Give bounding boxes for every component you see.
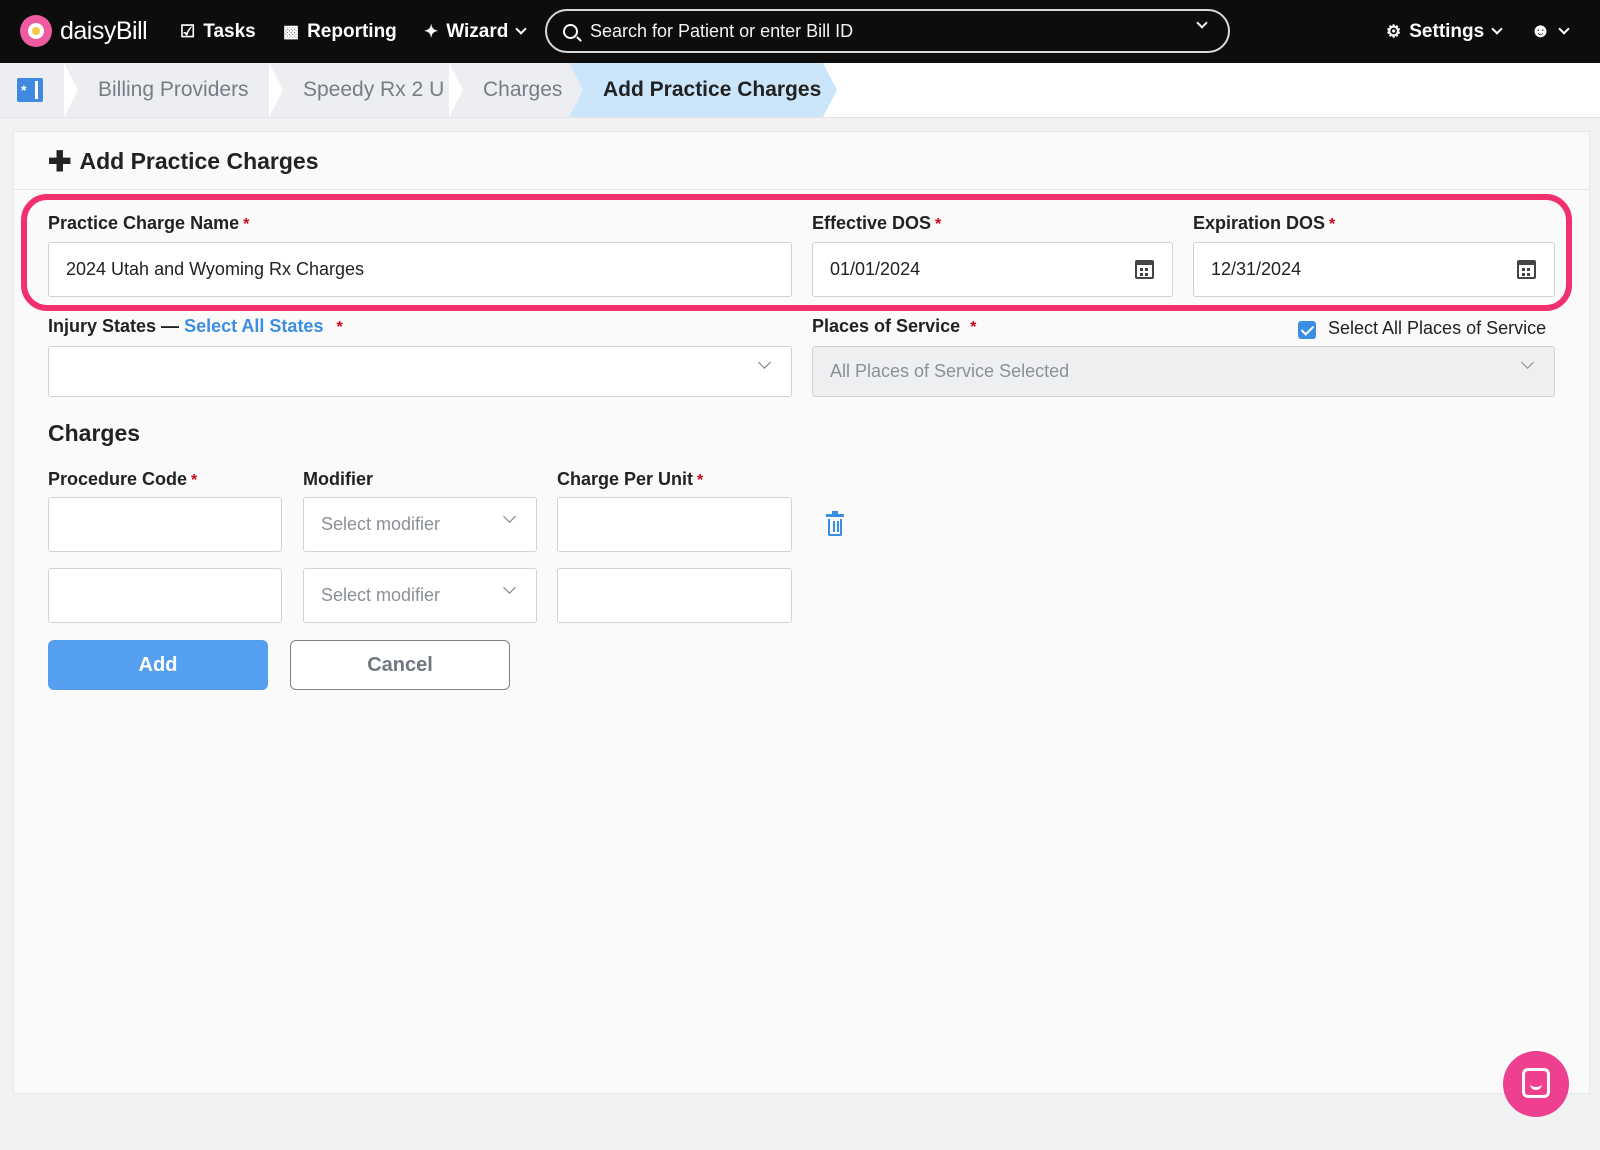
field-value: 2024 Utah and Wyoming Rx Charges — [66, 259, 364, 279]
nav-reporting[interactable]: ▩ Reporting — [283, 0, 397, 63]
procedure-code-label: Procedure Code * — [48, 469, 197, 490]
required-mark: * — [191, 472, 198, 489]
label-text: Effective DOS — [812, 213, 932, 233]
breadcrumb-divider — [64, 63, 78, 117]
nav-tasks[interactable]: ☑ Tasks — [180, 0, 256, 63]
user-menu[interactable]: ☻ — [1530, 0, 1570, 63]
field-value: All Places of Service Selected — [830, 361, 1070, 381]
charges-title: Charges — [48, 420, 141, 446]
nav-tasks-label: Tasks — [203, 20, 256, 42]
charge-name-label: Practice Charge Name * — [48, 213, 249, 234]
breadcrumb-home[interactable]: * — [0, 63, 64, 117]
user-icon: ☻ — [1530, 20, 1552, 42]
page-title: ✚ Add Practice Charges — [48, 145, 319, 177]
field-value: 01/01/2024 — [830, 259, 921, 279]
label-text: Practice Charge Name — [48, 213, 240, 233]
required-mark: * — [1329, 216, 1336, 233]
chevron-down-icon — [1491, 23, 1503, 35]
label-text: Procedure Code — [48, 469, 188, 489]
breadcrumb-billing-providers[interactable]: Billing Providers — [64, 63, 269, 117]
search-placeholder: Search for Patient or enter Bill ID — [590, 20, 854, 41]
chevron-down-icon[interactable] — [1196, 17, 1208, 29]
label-text: Places of Service — [812, 316, 961, 336]
required-mark: * — [336, 319, 343, 336]
breadcrumb-add-practice-charges: Add Practice Charges — [569, 63, 823, 117]
app-name: daisyBill — [60, 16, 148, 45]
nav-settings-label: Settings — [1409, 20, 1485, 42]
modifier-label: Modifier — [303, 469, 373, 489]
breadcrumb-charges[interactable]: Charges — [449, 63, 569, 117]
breadcrumb-label: Add Practice Charges — [603, 78, 822, 101]
required-mark: * — [970, 319, 977, 336]
nav-settings[interactable]: ⚙ Settings — [1386, 0, 1503, 63]
nav-wizard-label: Wizard — [446, 20, 509, 42]
nav-reporting-label: Reporting — [307, 20, 397, 42]
places-of-service-label: Places of Service * — [812, 316, 976, 337]
chevron-down-icon — [503, 510, 516, 523]
breadcrumb-label: Billing Providers — [98, 78, 249, 101]
calendar-icon[interactable] — [1135, 260, 1154, 279]
effective-dos-field[interactable]: 01/01/2024 — [812, 242, 1173, 297]
chevron-down-icon — [515, 23, 528, 35]
modifier-select[interactable]: Select modifier — [303, 568, 537, 623]
gear-icon: ⚙ — [1386, 21, 1402, 41]
cancel-button[interactable]: Cancel — [290, 640, 510, 690]
injury-states-label: Injury States — Select All States * — [48, 316, 343, 337]
expiration-dos-field[interactable]: 12/31/2024 — [1193, 242, 1555, 297]
daisy-logo-icon — [20, 15, 52, 47]
nav-wizard[interactable]: ✦ Wizard — [424, 0, 528, 63]
chevron-down-icon — [758, 356, 771, 369]
tasks-icon: ☑ — [180, 21, 196, 41]
expiration-dos-label: Expiration DOS * — [1193, 213, 1335, 234]
charge-per-unit-label: Charge Per Unit * — [557, 469, 703, 490]
breadcrumb-label: Speedy Rx 2 U — [303, 78, 445, 101]
plus-icon: ✚ — [48, 145, 72, 177]
procedure-code-input[interactable] — [48, 568, 282, 623]
breadcrumb-speedy-rx[interactable]: Speedy Rx 2 U — [269, 63, 449, 117]
modifier-select[interactable]: Select modifier — [303, 497, 537, 552]
field-placeholder: Select modifier — [321, 585, 441, 605]
top-nav: daisyBill ☑ Tasks ▩ Reporting ✦ Wizard S… — [0, 0, 1600, 63]
charge-per-unit-input[interactable] — [557, 497, 792, 552]
label-text: Charge Per Unit — [557, 469, 694, 489]
wizard-icon: ✦ — [424, 21, 439, 41]
add-button[interactable]: Add — [48, 640, 268, 690]
reporting-icon: ▩ — [283, 21, 300, 41]
effective-dos-label: Effective DOS * — [812, 213, 941, 234]
breadcrumb-divider — [449, 63, 463, 117]
panel-header: ✚ Add Practice Charges — [14, 132, 1589, 190]
field-placeholder: Select modifier — [321, 514, 441, 534]
label-text: Expiration DOS — [1193, 213, 1326, 233]
search-icon — [563, 23, 578, 39]
injury-states-select[interactable] — [48, 346, 792, 397]
select-all-states-link[interactable]: Select All States — [184, 316, 323, 336]
breadcrumb-arrow — [823, 63, 837, 117]
required-mark: * — [935, 216, 942, 233]
calendar-icon[interactable] — [1517, 260, 1536, 279]
chat-icon — [1522, 1068, 1550, 1098]
required-mark: * — [243, 216, 250, 233]
chevron-down-icon — [1558, 23, 1570, 35]
field-value: 12/31/2024 — [1211, 259, 1302, 279]
charge-per-unit-input[interactable] — [557, 568, 792, 623]
page-title-text: Add Practice Charges — [79, 148, 319, 174]
chat-launcher[interactable] — [1503, 1051, 1569, 1117]
chevron-down-icon — [503, 581, 516, 594]
required-mark: * — [697, 472, 704, 489]
daisybill-logo[interactable]: daisyBill — [20, 14, 148, 48]
places-of-service-select: All Places of Service Selected — [812, 346, 1555, 397]
provider-icon: * — [17, 78, 43, 102]
charge-name-field[interactable]: 2024 Utah and Wyoming Rx Charges — [48, 242, 792, 297]
search-input[interactable]: Search for Patient or enter Bill ID — [545, 9, 1230, 53]
select-all-places-checkbox[interactable] — [1298, 321, 1316, 339]
breadcrumb-label: Charges — [483, 78, 563, 101]
trash-icon[interactable] — [826, 511, 844, 536]
chevron-down-icon — [1521, 356, 1534, 369]
breadcrumb-divider — [569, 63, 583, 117]
breadcrumb: * Billing Providers Speedy Rx 2 U Charge… — [0, 63, 1600, 118]
procedure-code-input[interactable] — [48, 497, 282, 552]
select-all-places-label[interactable]: Select All Places of Service — [1328, 318, 1546, 339]
label-text: Injury States — — [48, 316, 180, 336]
breadcrumb-divider — [269, 63, 283, 117]
